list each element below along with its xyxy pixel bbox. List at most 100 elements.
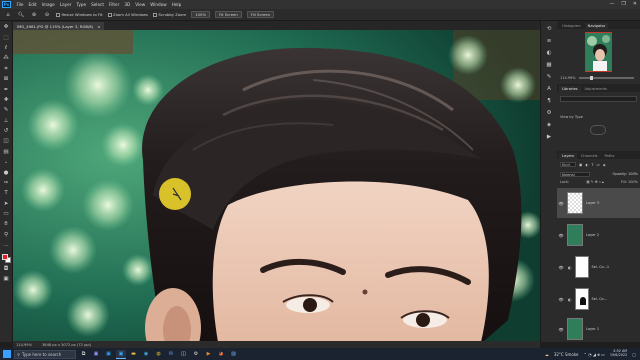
- menu-edit[interactable]: Edit: [26, 2, 39, 7]
- menu-view[interactable]: View: [133, 2, 148, 7]
- screen-mode-icon[interactable]: ▣: [2, 276, 11, 284]
- tab-adjustments[interactable]: Adjustments: [582, 86, 611, 92]
- brushes-panel-icon[interactable]: ✎: [544, 72, 554, 81]
- tab-channels[interactable]: Channels: [578, 153, 601, 159]
- layer-mask-thumbnail[interactable]: [574, 256, 589, 278]
- properties-panel-icon[interactable]: ≡: [544, 36, 554, 45]
- eraser-tool-icon[interactable]: ◫: [2, 138, 11, 146]
- more-tools-icon[interactable]: …: [2, 242, 11, 250]
- photos-icon[interactable]: ▨: [229, 350, 239, 359]
- layer-name[interactable]: Layer 3: [586, 201, 599, 205]
- windows-start-icon[interactable]: [3, 350, 11, 358]
- store-icon[interactable]: ◫: [179, 350, 189, 359]
- dodge-tool-icon[interactable]: ●: [2, 169, 11, 177]
- library-search-input[interactable]: [560, 96, 637, 102]
- filter-shape-icon[interactable]: ▭: [597, 163, 600, 167]
- blur-tool-icon[interactable]: 💧︎: [2, 159, 11, 167]
- edge-icon[interactable]: ◉: [141, 350, 151, 359]
- document-canvas[interactable]: [13, 30, 540, 342]
- menu-file[interactable]: File: [14, 2, 26, 7]
- eyedropper-tool-icon[interactable]: ✒: [2, 86, 11, 94]
- layer-kind-filter[interactable]: Kind: [560, 162, 576, 167]
- color-swatches[interactable]: [1, 254, 11, 264]
- zoom-tool-icon[interactable]: ⚲: [2, 232, 11, 240]
- notifications-icon[interactable]: ▢: [632, 352, 636, 357]
- visibility-eye-icon[interactable]: 👁︎: [557, 327, 565, 332]
- menu-layer[interactable]: Layer: [57, 2, 74, 7]
- layer-name[interactable]: Layer 1: [586, 327, 599, 331]
- history-brush-tool-icon[interactable]: ↺: [2, 128, 11, 136]
- zoom-all-checkbox[interactable]: Zoom All Windows: [107, 12, 148, 17]
- navigator-zoom-slider[interactable]: [578, 75, 634, 81]
- weather-text[interactable]: 32°C Smoke: [554, 352, 579, 357]
- crop-tool-icon[interactable]: ⌗: [2, 66, 11, 74]
- lock-icons[interactable]: ▦ ✎ ✥ ⌗ 🔒︎: [586, 180, 603, 184]
- opacity-control[interactable]: Opacity: 100%: [612, 172, 638, 177]
- minimize-button[interactable]: —: [609, 1, 614, 7]
- layer-name[interactable]: Sel. Co...: [592, 297, 607, 301]
- clock[interactable]: 4:52 AM 19/6/2022: [610, 349, 627, 358]
- home-icon[interactable]: ⌂: [4, 11, 12, 18]
- visibility-eye-icon[interactable]: 👁︎: [557, 297, 565, 302]
- firefox-icon[interactable]: ◕: [216, 350, 226, 359]
- pen-tool-icon[interactable]: ✑: [2, 180, 11, 188]
- navigator-zoom-value[interactable]: 114.99%: [560, 76, 576, 80]
- quick-select-tool-icon[interactable]: ⁂: [2, 55, 11, 63]
- gradient-tool-icon[interactable]: ▤: [2, 149, 11, 157]
- menu-select[interactable]: Select: [89, 2, 107, 7]
- menu-window[interactable]: Window: [148, 2, 170, 7]
- visibility-eye-icon[interactable]: 👁︎: [557, 201, 565, 206]
- filter-type-icon[interactable]: T: [591, 163, 593, 167]
- path-select-tool-icon[interactable]: ➤: [2, 200, 11, 208]
- color-panel-icon[interactable]: ◐: [544, 48, 554, 57]
- menu-image[interactable]: Image: [39, 2, 57, 7]
- media-player-icon[interactable]: ▶: [204, 350, 214, 359]
- move-tool-icon[interactable]: ✥: [2, 24, 11, 32]
- fit-screen-button[interactable]: Fit Screen: [215, 11, 242, 18]
- swatches-panel-icon[interactable]: ▦: [544, 60, 554, 69]
- styles-panel-icon[interactable]: ◈: [544, 120, 554, 129]
- actions-panel-icon[interactable]: ▶: [544, 132, 554, 141]
- filter-adjust-icon[interactable]: ◐: [585, 163, 588, 167]
- glyphs-panel-icon[interactable]: ⚙: [544, 108, 554, 117]
- tab-navigator[interactable]: Navigator: [584, 23, 609, 29]
- fill-screen-button[interactable]: Fill Screen: [246, 11, 275, 18]
- character-panel-icon[interactable]: A: [544, 84, 554, 93]
- close-button[interactable]: ✕: [633, 1, 637, 7]
- photoshop-taskbar-icon[interactable]: ▣: [104, 350, 114, 359]
- zoom-tool-icon[interactable]: 🔍︎: [17, 11, 25, 18]
- maximize-button[interactable]: ❐: [621, 1, 625, 7]
- lasso-tool-icon[interactable]: ℓ: [2, 45, 11, 53]
- quick-mask-icon[interactable]: ◘: [2, 265, 11, 273]
- layer-name[interactable]: Sel. Co...1: [592, 265, 610, 269]
- menu-help[interactable]: Help: [169, 2, 184, 7]
- visibility-eye-icon[interactable]: 👁︎: [557, 233, 565, 238]
- zoom-in-icon[interactable]: ⊕: [30, 11, 38, 18]
- status-zoom[interactable]: 114.99%: [16, 343, 32, 347]
- close-tab-icon[interactable]: ×: [97, 24, 100, 29]
- healing-brush-tool-icon[interactable]: ✚: [2, 97, 11, 105]
- layer-name[interactable]: Layer 2: [586, 233, 599, 237]
- menu-3d[interactable]: 3D: [122, 2, 133, 7]
- menu-filter[interactable]: Filter: [106, 2, 121, 7]
- settings-icon[interactable]: ⚙: [191, 350, 201, 359]
- frame-tool-icon[interactable]: ⊠: [2, 76, 11, 84]
- zoom-out-icon[interactable]: ⊖: [43, 11, 51, 18]
- weather-icon[interactable]: ☁: [545, 352, 549, 357]
- blend-mode-dropdown[interactable]: Normal: [560, 172, 590, 177]
- navigator-zoom-knob[interactable]: [590, 75, 594, 81]
- marquee-tool-icon[interactable]: ⬚: [2, 34, 11, 42]
- type-tool-icon[interactable]: T: [2, 190, 11, 198]
- layer-row-layer-3[interactable]: 👁︎ Layer 3: [557, 188, 640, 218]
- visibility-eye-icon[interactable]: 👁︎: [557, 265, 565, 270]
- brush-tool-icon[interactable]: ✎: [2, 107, 11, 115]
- resize-windows-checkbox[interactable]: Resize Windows to Fit: [56, 12, 103, 17]
- layer-row-selective-color[interactable]: 👁︎ ◐ Sel. Co...: [557, 284, 640, 314]
- navigator-thumbnail[interactable]: [585, 32, 612, 72]
- paragraph-panel-icon[interactable]: ¶: [544, 96, 554, 105]
- fill-control[interactable]: Fill: 100%: [621, 180, 638, 184]
- history-panel-icon[interactable]: ⟲: [544, 24, 554, 33]
- shape-tool-icon[interactable]: ▭: [2, 211, 11, 219]
- photoshop-active-icon[interactable]: ▣: [116, 349, 126, 359]
- tab-paths[interactable]: Paths: [602, 153, 618, 159]
